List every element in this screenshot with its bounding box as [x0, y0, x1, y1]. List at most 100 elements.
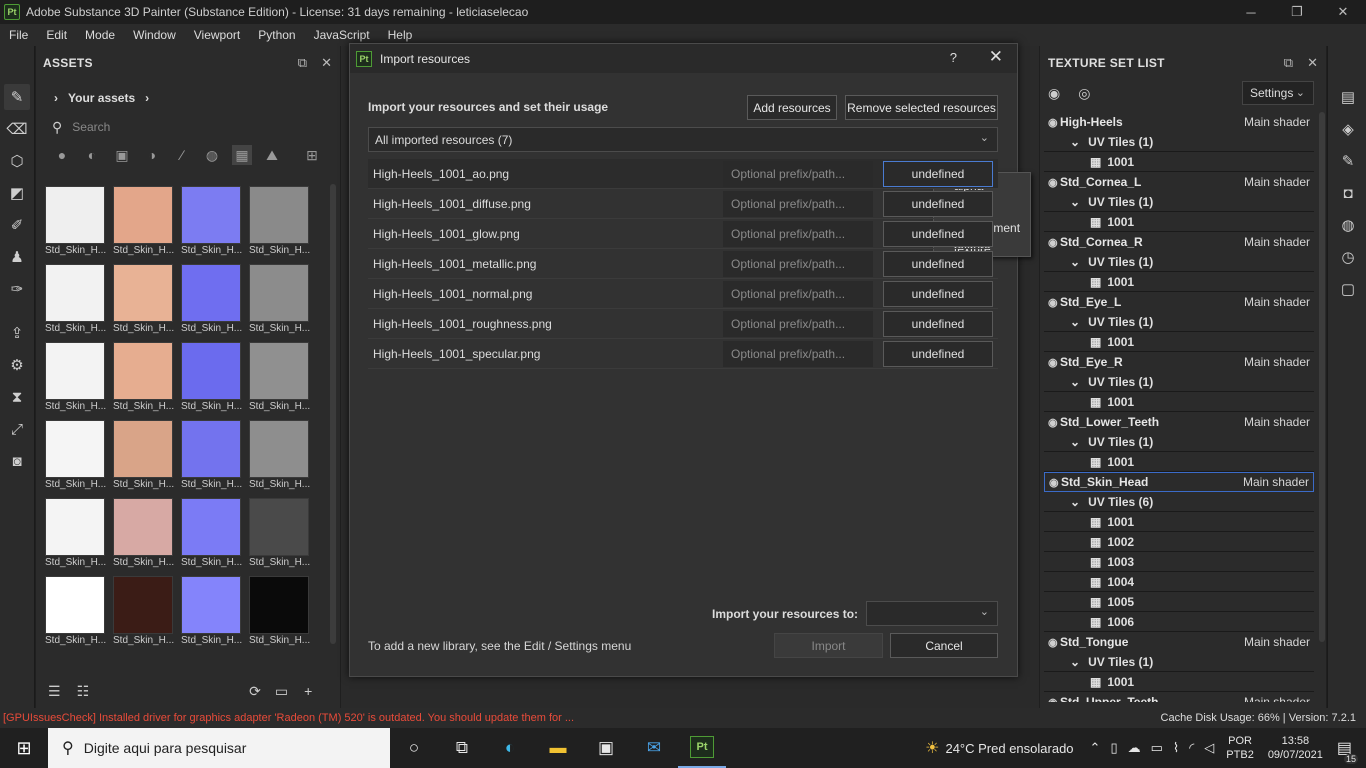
smudge-icon[interactable]: ✐	[4, 212, 30, 238]
procedural-filter-icon[interactable]: ◍	[202, 145, 222, 165]
windows-start-icon[interactable]: ⊞	[0, 728, 48, 768]
log-icon[interactable]: ▢	[1339, 280, 1357, 298]
import-button[interactable]: Import	[774, 633, 883, 658]
weather-icon[interactable]: ☀	[925, 738, 939, 758]
shader-label[interactable]: Main shader	[1244, 635, 1310, 649]
texture-set-scrollbar[interactable]	[1319, 112, 1325, 642]
hourglass-icon[interactable]: ⧗	[4, 384, 30, 410]
close-panel-icon[interactable]: ✕	[321, 55, 332, 71]
resource-row[interactable]: High-Heels_1001_normal.png Optional prefi…	[368, 279, 998, 309]
asset-thumbnail[interactable]: Std_Skin_H...	[249, 342, 310, 415]
folder-icon[interactable]: ▭	[275, 683, 288, 700]
eraser-icon[interactable]: ⌫	[4, 116, 30, 142]
clone-stamp-icon[interactable]: ♟	[4, 244, 30, 270]
eye-icon[interactable]: ◉	[1045, 476, 1061, 489]
remove-selected-resources-button[interactable]: Remove selected resources	[845, 95, 998, 120]
shader-label[interactable]: Main shader	[1244, 235, 1310, 249]
smart-material-filter-icon[interactable]: ◐	[82, 145, 102, 165]
menu-window[interactable]: Window	[124, 28, 185, 42]
resource-row[interactable]: High-Heels_1001_glow.png Optional prefix/…	[368, 219, 998, 249]
undock-icon[interactable]: ⧉	[1284, 55, 1293, 71]
prefix-path-input[interactable]: Optional prefix/path...	[723, 340, 873, 367]
uv-tile-item[interactable]: ▦ 1001	[1044, 392, 1314, 412]
uv-tiles-group[interactable]: ⌄ UV Tiles (6)	[1044, 492, 1314, 512]
uv-tiles-group[interactable]: ⌄ UV Tiles (1)	[1044, 652, 1314, 672]
texture-set-item[interactable]: ◉ Std_Tongue Main shader	[1044, 632, 1314, 652]
undock-icon[interactable]: ⧉	[298, 55, 307, 71]
menu-edit[interactable]: Edit	[37, 28, 76, 42]
asset-thumbnail[interactable]: Std_Skin_H...	[181, 420, 242, 493]
asset-thumbnail[interactable]: Std_Skin_H...	[45, 420, 106, 493]
battery-icon[interactable]: ▭	[1151, 740, 1163, 756]
bake-icon[interactable]: ⇪	[4, 320, 30, 346]
mail-icon[interactable]: ✉	[630, 728, 678, 768]
prefix-path-input[interactable]: Optional prefix/path...	[723, 310, 873, 337]
weather-text[interactable]: 24°C Pred ensolarado	[945, 741, 1073, 756]
eye-icon[interactable]: ◉	[1044, 296, 1060, 309]
notification-center-icon[interactable]: ▤ 15	[1337, 738, 1358, 764]
paint-brush-icon[interactable]: ✎	[4, 84, 30, 110]
close-window-button[interactable]: ✕	[1320, 0, 1366, 24]
menu-javascript[interactable]: JavaScript	[305, 28, 379, 42]
asset-thumbnail[interactable]: Std_Skin_H...	[249, 576, 310, 649]
asset-thumbnail[interactable]: Std_Skin_H...	[45, 264, 106, 337]
color-picker-icon[interactable]: ✑	[4, 276, 30, 302]
shader-label[interactable]: Main shader	[1244, 295, 1310, 309]
eye-icon[interactable]: ◉	[1044, 236, 1060, 249]
geometry-mask-icon[interactable]: ◩	[4, 180, 30, 206]
menu-python[interactable]: Python	[249, 28, 304, 42]
chevron-down-icon[interactable]: ⌄	[1070, 195, 1080, 209]
import-destination-select[interactable]: ⌄	[866, 601, 998, 626]
assets-scrollbar[interactable]	[330, 184, 336, 644]
store-icon[interactable]: ▣	[582, 728, 630, 768]
properties-icon[interactable]: ✎	[1339, 152, 1357, 170]
menu-viewport[interactable]: Viewport	[185, 28, 249, 42]
eye-icon[interactable]: ◉	[1044, 116, 1060, 129]
resource-row[interactable]: High-Heels_1001_diffuse.png Optional pref…	[368, 189, 998, 219]
shader-label[interactable]: Main shader	[1244, 695, 1310, 702]
asset-thumbnail[interactable]: Std_Skin_H...	[181, 576, 242, 649]
visibility-toggle-icon[interactable]: ◉	[1048, 85, 1060, 102]
asset-thumbnail[interactable]: Std_Skin_H...	[45, 576, 106, 649]
close-dialog-icon[interactable]: ✕	[989, 47, 1003, 67]
cortana-icon[interactable]: ○	[390, 728, 438, 768]
eye-icon[interactable]: ◉	[1044, 356, 1060, 369]
resource-filter-select[interactable]: All imported resources (7) ⌄	[368, 127, 998, 152]
menu-mode[interactable]: Mode	[76, 28, 124, 42]
shader-label[interactable]: Main shader	[1244, 355, 1310, 369]
history-icon[interactable]: ◷	[1339, 248, 1357, 266]
minimize-button[interactable]: ─	[1228, 0, 1274, 24]
asset-thumbnail[interactable]: Std_Skin_H...	[113, 342, 174, 415]
asset-thumbnail[interactable]: Std_Skin_H...	[181, 264, 242, 337]
shader-label[interactable]: Main shader	[1244, 175, 1310, 189]
settings-dropdown[interactable]: Settings ⌄	[1242, 81, 1314, 105]
usage-select[interactable]: undefined	[883, 160, 993, 187]
asset-thumbnail[interactable]: Std_Skin_H...	[45, 342, 106, 415]
add-resources-button[interactable]: Add resources	[747, 95, 837, 120]
asset-thumbnail[interactable]: Std_Skin_H...	[181, 498, 242, 571]
texture-set-item[interactable]: ◉ Std_Eye_R Main shader	[1044, 352, 1314, 372]
tray-app-icon[interactable]: ▯	[1110, 740, 1117, 756]
prefix-path-input[interactable]: Optional prefix/path...	[723, 280, 873, 307]
volume-icon[interactable]: ◁	[1204, 740, 1214, 756]
prefix-path-input[interactable]: Optional prefix/path...	[723, 220, 873, 247]
asset-thumbnail[interactable]: Std_Skin_H...	[181, 342, 242, 415]
usage-select[interactable]: undefined	[883, 310, 993, 337]
uv-tiles-group[interactable]: ⌄ UV Tiles (1)	[1044, 192, 1314, 212]
resource-row[interactable]: High-Heels_1001_ao.png Optional prefix/pa…	[368, 159, 998, 189]
texture-set-item[interactable]: ◉ Std_Cornea_R Main shader	[1044, 232, 1314, 252]
uv-tiles-group[interactable]: ⌄ UV Tiles (1)	[1044, 252, 1314, 272]
add-icon[interactable]: +	[304, 683, 312, 699]
taskbar-search[interactable]: ⚲ Digite aqui para pesquisar	[48, 728, 390, 768]
chevron-down-icon[interactable]: ⌄	[1070, 135, 1080, 149]
uv-tile-item[interactable]: ▦ 1001	[1044, 212, 1314, 232]
uv-tiles-group[interactable]: ⌄ UV Tiles (1)	[1044, 372, 1314, 392]
gpu-warning[interactable]: [GPUIssuesCheck] Installed driver for gr…	[0, 712, 574, 724]
shader-label[interactable]: Main shader	[1244, 115, 1310, 129]
uv-tile-item[interactable]: ▦ 1001	[1044, 272, 1314, 292]
wifi-icon[interactable]: ◜	[1189, 740, 1194, 756]
asset-thumbnail[interactable]: Std_Skin_H...	[249, 420, 310, 493]
uv-tile-item[interactable]: ▦ 1001	[1044, 672, 1314, 692]
assets-search[interactable]: ⚲ Search	[44, 116, 328, 138]
eye-icon[interactable]: ◉	[1044, 636, 1060, 649]
